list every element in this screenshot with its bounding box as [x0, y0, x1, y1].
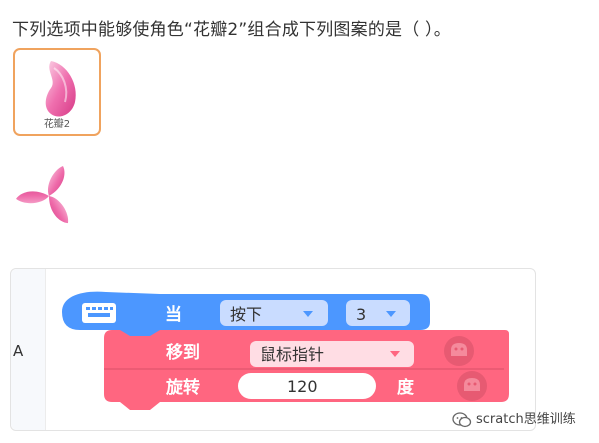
scratch-script: 当 按下 3 移到 鼠标指针 旋转 120 度	[62, 291, 509, 410]
move-label: 移到	[166, 342, 200, 363]
wechat-watermark: scratch思维训练	[452, 408, 576, 428]
turn-unit-label: 度	[397, 377, 415, 398]
keyboard-icon	[82, 303, 116, 323]
svg-text:3: 3	[356, 305, 366, 324]
sprite-eye-icon	[457, 371, 487, 401]
sprite-eye-icon	[444, 336, 474, 366]
wechat-icon	[452, 411, 472, 427]
svg-text:120: 120	[287, 377, 318, 396]
svg-text:鼠标指针: 鼠标指针	[260, 345, 324, 364]
svg-text:按下: 按下	[230, 305, 262, 324]
key-event-dropdown[interactable]: 按下	[220, 300, 328, 326]
when-key-pressed-block[interactable]: 当 按下 3	[62, 291, 430, 336]
move-target-dropdown[interactable]: 鼠标指针	[250, 341, 414, 367]
hat-label: 当	[165, 304, 182, 325]
key-value-dropdown[interactable]: 3	[346, 300, 410, 326]
watermark-text: scratch思维训练	[476, 412, 576, 427]
turn-degrees-input[interactable]: 120	[238, 373, 376, 399]
turn-label: 旋转	[165, 377, 200, 398]
